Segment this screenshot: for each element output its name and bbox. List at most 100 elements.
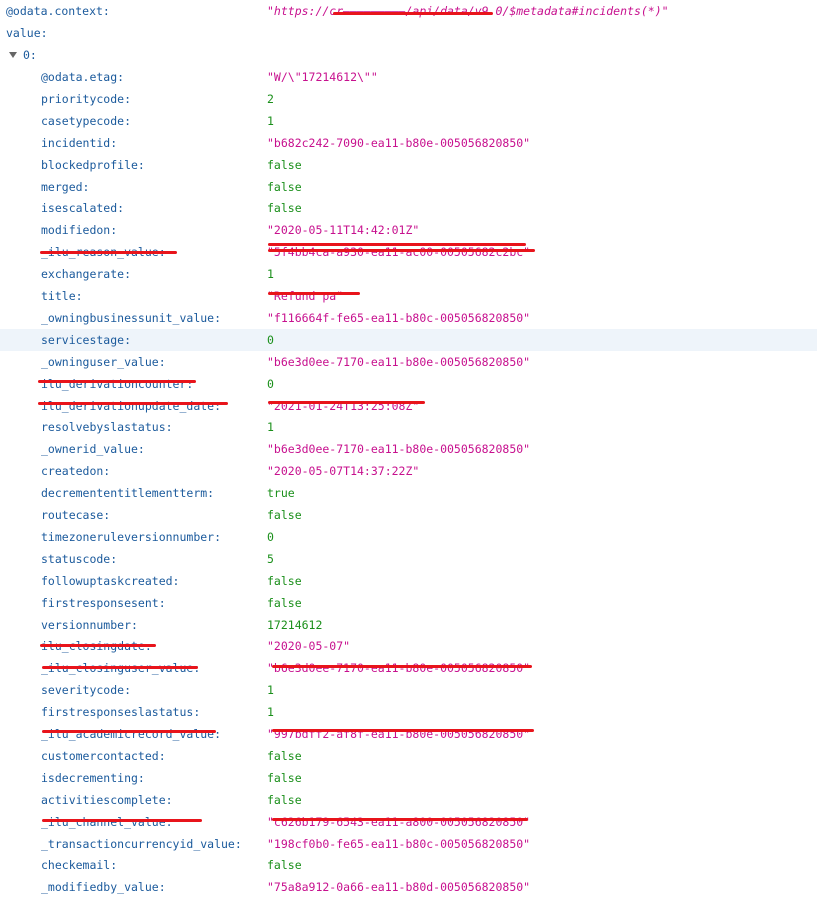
property-row[interactable]: servicestage: 0: [0, 328, 817, 351]
property-row[interactable]: exchangerate: 1: [0, 263, 817, 285]
property-row[interactable]: @odata.etag: "W/\"17214612\"": [0, 66, 817, 88]
property-value[interactable]: "Refund pa": [267, 285, 343, 307]
property-key: casetypecode:: [41, 113, 132, 128]
property-row[interactable]: ilu_derivationcounter: 0: [0, 373, 817, 395]
property-row[interactable]: _ownerid_value: "b6e3d0ee-7170-ea11-b80e-…: [0, 438, 817, 460]
property-value[interactable]: 1: [267, 679, 274, 701]
property-row[interactable]: timezoneruleversionnumber: 0: [0, 526, 817, 548]
property-value[interactable]: "b682c242-7090-ea11-b80e-005056820850": [267, 132, 530, 154]
property-row[interactable]: _owningbusinessunit_value: "f116664f-fe65…: [0, 307, 817, 329]
property-row[interactable]: ilu_derivationupdate_date: "2021-01-24T13…: [0, 395, 817, 417]
index-0-row[interactable]: 0:: [0, 44, 817, 66]
property-value[interactable]: false: [267, 767, 302, 789]
property-row[interactable]: severitycode: 1: [0, 679, 817, 701]
index-0-key: 0:: [23, 48, 37, 62]
property-value[interactable]: "997bdff2-af8f-ea11-b80e-005056820850": [267, 723, 530, 745]
property-value[interactable]: "75a8a912-0a66-ea11-b80d-005056820850": [267, 876, 530, 898]
property-value[interactable]: false: [267, 154, 302, 176]
property-key: modifiedon:: [41, 223, 118, 238]
property-value[interactable]: "b6e3d0ee-7170-ea11-b80e-005056820850": [267, 657, 530, 679]
property-row[interactable]: versionnumber: 17214612: [0, 614, 817, 636]
property-value[interactable]: 1: [267, 416, 274, 438]
redaction-mark: [40, 251, 177, 254]
redaction-mark: [333, 12, 493, 15]
property-key: _ilu_academicrecord_value:: [41, 727, 222, 741]
property-value[interactable]: false: [267, 592, 302, 614]
property-value[interactable]: false: [267, 570, 302, 592]
property-value[interactable]: "2021-01-24T13:25:08Z": [267, 395, 419, 417]
property-row[interactable]: customercontacted: false: [0, 745, 817, 767]
redaction-mark: [42, 819, 202, 822]
property-row[interactable]: incidentid: "b682c242-7090-ea11-b80e-0050…: [0, 132, 817, 154]
property-row[interactable]: modifiedon: "2020-05-11T14:42:01Z": [0, 219, 817, 241]
property-row[interactable]: prioritycode: 2: [0, 88, 817, 110]
property-key: incidentid:: [41, 135, 118, 150]
property-key: _owninguser_value:: [41, 354, 166, 369]
property-value[interactable]: 0: [267, 373, 274, 395]
property-row[interactable]: statuscode: 5: [0, 548, 817, 570]
property-row[interactable]: checkemail: false: [0, 854, 817, 876]
property-row[interactable]: isescalated: false: [0, 197, 817, 219]
property-row[interactable]: merged: false: [0, 176, 817, 198]
property-value[interactable]: 1: [267, 110, 274, 132]
property-row[interactable]: _transactioncurrencyid_value: "198cf0b0-f…: [0, 833, 817, 855]
property-row[interactable]: createdon: "2020-05-07T14:37:22Z": [0, 460, 817, 482]
property-row[interactable]: firstresponseslastatus: 1: [0, 701, 817, 723]
expand-triangle-icon[interactable]: [9, 52, 17, 58]
property-value[interactable]: 2: [267, 88, 274, 110]
property-value[interactable]: false: [267, 176, 302, 198]
property-key: ilu_derivationupdate_date:: [41, 398, 222, 413]
property-row[interactable]: casetypecode: 1: [0, 110, 817, 132]
property-value[interactable]: "f116664f-fe65-ea11-b80c-005056820850": [267, 307, 530, 329]
property-value[interactable]: "b6e3d0ee-7170-ea11-b80e-005056820850": [267, 438, 530, 460]
property-key: firstresponsesent:: [41, 595, 166, 610]
property-key: _ownerid_value:: [41, 442, 145, 457]
value-row[interactable]: value:: [0, 22, 817, 44]
property-value[interactable]: "W/\"17214612\"": [267, 66, 378, 88]
property-value[interactable]: 17214612: [267, 614, 322, 636]
property-value[interactable]: 1: [267, 701, 274, 723]
property-row[interactable]: _owninguser_value: "b6e3d0ee-7170-ea11-b8…: [0, 351, 817, 373]
redaction-mark: [38, 380, 196, 383]
property-key: merged:: [41, 179, 90, 194]
property-value[interactable]: false: [267, 745, 302, 767]
property-row[interactable]: title: "Refund pa": [0, 285, 817, 307]
property-value[interactable]: "2020-05-07": [267, 635, 350, 657]
property-value[interactable]: false: [267, 854, 302, 876]
property-row[interactable]: decremententitlementterm: true: [0, 482, 817, 504]
property-row[interactable]: firstresponsesent: false: [0, 592, 817, 614]
property-key: exchangerate:: [41, 267, 132, 282]
property-key: decremententitlementterm:: [41, 486, 215, 501]
property-row[interactable]: isdecrementing: false: [0, 767, 817, 789]
property-value[interactable]: "c626b179-6543-ea11-a800-005056820850": [267, 811, 530, 833]
redaction-mark: [268, 243, 526, 246]
property-value[interactable]: true: [267, 482, 295, 504]
property-row[interactable]: routecase: false: [0, 504, 817, 526]
property-row[interactable]: followuptaskcreated: false: [0, 570, 817, 592]
property-row[interactable]: blockedprofile: false: [0, 154, 817, 176]
property-key: routecase:: [41, 508, 111, 522]
value-key: value:: [6, 26, 48, 40]
property-row[interactable]: resolvebyslastatus: 1: [0, 416, 817, 438]
property-key: versionnumber:: [41, 617, 138, 632]
property-value[interactable]: "2020-05-07T14:37:22Z": [267, 460, 419, 482]
redaction-mark: [268, 249, 535, 252]
property-row[interactable]: activitiescomplete: false: [0, 789, 817, 811]
property-value[interactable]: false: [267, 504, 302, 526]
property-key: blockedprofile:: [41, 157, 145, 172]
property-value[interactable]: 0: [267, 526, 274, 548]
property-value[interactable]: false: [267, 789, 302, 811]
property-value[interactable]: false: [267, 197, 302, 219]
property-value[interactable]: "b6e3d0ee-7170-ea11-b80e-005056820850": [267, 351, 530, 373]
property-row[interactable]: _modifiedby_value: "75a8a912-0a66-ea11-b8…: [0, 876, 817, 898]
property-value[interactable]: "198cf0b0-fe65-ea11-b80c-005056820850": [267, 833, 530, 855]
property-value[interactable]: 1: [267, 263, 274, 285]
property-key: isescalated:: [41, 201, 125, 216]
property-value[interactable]: 5: [267, 548, 274, 570]
property-key: prioritycode:: [41, 91, 132, 106]
odata-context-value[interactable]: "https://cr—————————/api/data/v9.0/$meta…: [267, 0, 669, 22]
property-key: statuscode:: [41, 551, 118, 566]
property-value[interactable]: 0: [267, 329, 274, 351]
property-value[interactable]: "2020-05-11T14:42:01Z": [267, 219, 419, 241]
property-row[interactable]: _ilu_academicrecord_value: "997bdff2-af8f…: [0, 723, 817, 745]
